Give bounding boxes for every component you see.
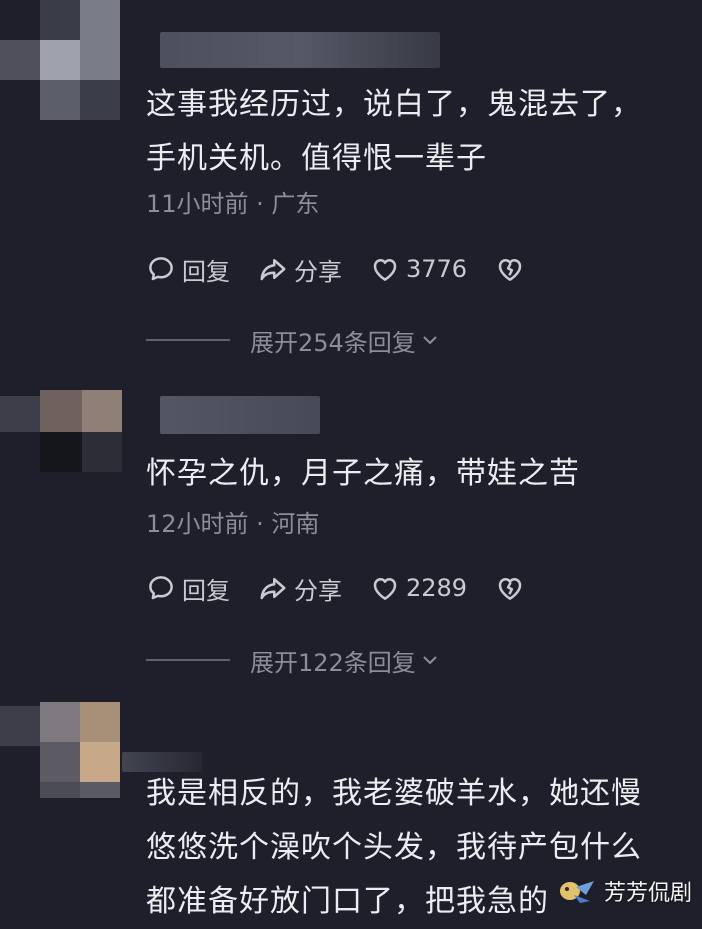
comment-feed: 这事我经历过，说白了，鬼混去了， 手机关机。值得恨一辈子 11小时前 · 广东 … (0, 0, 702, 919)
comment-meta: 11小时前 · 广东 (146, 190, 320, 218)
speech-bubble-icon (149, 576, 173, 600)
comment-line: 这事我经历过，说白了，鬼混去了， (146, 87, 642, 122)
divider (146, 659, 230, 661)
expand-replies-label: 展开254条回复 (250, 328, 416, 357)
expand-replies-button[interactable]: 展开254条回复 (146, 322, 440, 358)
share-button[interactable]: 分享 (258, 252, 342, 287)
share-button[interactable]: 分享 (258, 571, 342, 606)
like-count: 3776 (406, 255, 468, 283)
expand-replies-label: 展开122条回复 (250, 648, 416, 677)
expand-replies-button[interactable]: 展开122条回复 (146, 642, 440, 678)
comment-line: 我是相反的，我老婆破羊水，她还慢 (146, 776, 642, 811)
speech-bubble-icon (149, 257, 173, 281)
like-button[interactable]: 3776 (370, 254, 467, 284)
comment-text: 怀孕之仇，月子之痛，带娃之苦 (146, 447, 580, 501)
avatar[interactable] (0, 0, 122, 122)
chevron-down-icon (423, 656, 437, 665)
comment-actions: 回复 分享 2289 (146, 568, 553, 608)
avatar[interactable] (0, 692, 122, 798)
like-count: 2289 (406, 574, 468, 602)
broken-heart-icon (498, 259, 522, 281)
comment-line: 手机关机。值得恨一辈子 (146, 141, 487, 176)
reply-button[interactable]: 回复 (146, 571, 230, 606)
dislike-button[interactable] (495, 573, 525, 603)
share-label: 分享 (294, 576, 342, 605)
username[interactable] (160, 32, 440, 68)
watermark-text: 芳芳侃剧 (603, 881, 692, 906)
divider (146, 339, 230, 341)
comment-line: 悠悠洗个澡吹个头发，我待产包什么 (146, 830, 642, 865)
reply-label: 回复 (182, 576, 230, 605)
comment-text: 这事我经历过，说白了，鬼混去了， 手机关机。值得恨一辈子 (146, 78, 642, 186)
watermark-logo-icon (559, 881, 594, 903)
comment-meta: 12小时前 · 河南 (146, 510, 320, 538)
heart-icon (373, 578, 397, 600)
avatar[interactable] (0, 372, 122, 482)
like-button[interactable]: 2289 (370, 573, 467, 603)
comment-line: 怀孕之仇，月子之痛，带娃之苦 (146, 456, 580, 491)
dislike-button[interactable] (495, 254, 525, 284)
share-arrow-icon (260, 578, 286, 600)
username[interactable] (160, 396, 320, 434)
heart-icon (373, 259, 397, 281)
share-arrow-icon (260, 259, 286, 281)
share-label: 分享 (294, 257, 342, 286)
watermark: 芳芳侃剧 (556, 875, 692, 907)
reply-button[interactable]: 回复 (146, 252, 230, 287)
chevron-down-icon (423, 336, 437, 345)
broken-heart-icon (498, 578, 522, 600)
reply-label: 回复 (182, 257, 230, 286)
comment-actions: 回复 分享 3776 (146, 249, 553, 289)
